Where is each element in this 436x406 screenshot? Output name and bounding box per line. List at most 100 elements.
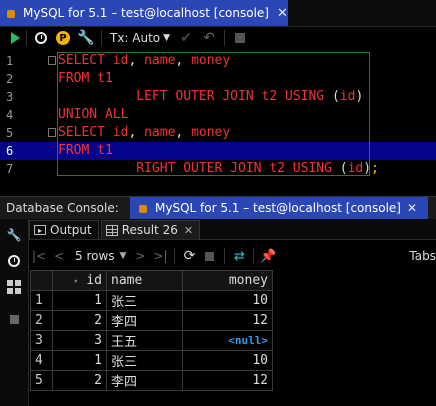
cell-name[interactable]: 张三 [106, 350, 183, 371]
editor-tab-bar: MySQL for 5.1 – test@localhost [console]… [0, 0, 436, 27]
cancel-statement-button[interactable] [229, 27, 251, 49]
cell-name[interactable]: 李四 [106, 370, 183, 391]
sql-keyword: UNION ALL [58, 107, 129, 122]
cell-id[interactable]: 2 [52, 370, 107, 391]
cell-id[interactable]: 1 [52, 290, 107, 311]
line-number: 5 [6, 126, 14, 140]
toolbar-divider [253, 248, 255, 264]
column-header-name[interactable]: name [106, 270, 183, 291]
tab-result[interactable]: Result 26 ✕ [100, 220, 201, 239]
last-page-icon[interactable]: >| [150, 249, 170, 263]
tabs-label[interactable]: Tabs [409, 249, 436, 263]
sql-punctuation: , [175, 53, 192, 68]
explain-plan-button[interactable]: P [51, 27, 75, 49]
first-page-icon[interactable]: |< [29, 249, 49, 263]
column-header-money[interactable]: money [182, 270, 273, 291]
table-row[interactable]: 4 1 张三 10 [30, 350, 273, 371]
clock-icon [8, 255, 20, 267]
fold-icon[interactable] [48, 56, 56, 65]
code-text: FROM t1 [58, 142, 113, 160]
commit-button[interactable]: ✔ [174, 27, 198, 49]
editor-line[interactable]: 4 UNION ALL [0, 106, 436, 124]
refresh-icon[interactable]: ⟳ [179, 248, 199, 264]
execute-button[interactable] [0, 27, 22, 49]
sql-identifier: id [347, 161, 364, 176]
table-row[interactable]: 1 1 张三 10 [30, 290, 273, 311]
editor-tab-title: MySQL for 5.1 – test@localhost [console] [23, 6, 269, 20]
tab-label: Output [50, 223, 92, 237]
close-icon[interactable]: ✕ [407, 201, 417, 215]
sql-editor[interactable]: 1 SELECT id, name, money 2 FROM t1 3 LEFT OU… [0, 50, 436, 194]
cell-name[interactable]: 李四 [106, 310, 183, 331]
editor-line[interactable]: 6 FROM t1 [0, 142, 436, 160]
cell-value: 3 [35, 333, 43, 348]
cell-id[interactable]: 3 [52, 330, 107, 351]
sql-identifier: t1 [97, 143, 113, 158]
cell-id[interactable]: 2 [52, 310, 107, 331]
chevron-down-icon: ▼ [163, 33, 171, 43]
table-row[interactable]: 3 3 王五 <null> [30, 330, 273, 351]
code-text: RIGHT OUTER JOIN t2 USING (id); [58, 160, 379, 178]
next-page-icon[interactable]: > [130, 249, 150, 263]
sql-identifier: money [191, 125, 231, 140]
sql-keyword: RIGHT OUTER JOIN [58, 161, 270, 176]
cell-value: 4 [35, 353, 43, 368]
table-row[interactable]: 5 2 李四 12 [30, 370, 273, 391]
cell-money[interactable]: 12 [182, 310, 273, 331]
editor-line[interactable]: 1 SELECT id, name, money [0, 52, 436, 70]
history-button[interactable] [6, 253, 22, 269]
console-tab[interactable]: MySQL for 5.1 – test@localhost [console]… [130, 197, 428, 219]
sql-punctuation: ( [331, 89, 340, 104]
stop-icon[interactable] [205, 251, 215, 261]
column-header-label: money [228, 273, 268, 288]
pin-icon[interactable]: 📌 [258, 249, 278, 264]
table-row[interactable]: 2 2 李四 12 [30, 310, 273, 331]
layout-button[interactable] [6, 279, 22, 295]
sql-punctuation: ; [371, 161, 379, 176]
sql-keyword: LEFT OUTER JOIN [58, 89, 262, 104]
code-text: SELECT id, name, money [58, 124, 230, 142]
cell-money[interactable]: 10 [182, 350, 273, 371]
sql-identifier: t1 [97, 71, 113, 86]
cell-name[interactable]: 王五 [106, 330, 183, 351]
toolbar-divider [174, 248, 176, 264]
code-text: UNION ALL [58, 106, 128, 124]
cell-name[interactable]: 张三 [106, 290, 183, 311]
result-toolbar: |< < 5 rows ▼ > >| ⟳ ⇄ 📌 Tabs [29, 243, 436, 269]
transaction-mode-dropdown[interactable]: Tx: Auto ▼ [106, 27, 174, 49]
stop-button[interactable] [6, 311, 22, 327]
stop-icon [235, 33, 246, 43]
sql-identifier: name [144, 53, 176, 68]
result-grid[interactable]: ▾ id name money 1 1 张三 10 2 2 李四 12 3 3 王五 <null> 4 1… [30, 270, 273, 391]
editor-line[interactable]: 3 LEFT OUTER JOIN t2 USING (id) [0, 88, 436, 106]
cell-value: 1 [94, 293, 102, 308]
cell-id[interactable]: 1 [52, 350, 107, 371]
editor-line[interactable]: 5 SELECT id, name, money [0, 124, 436, 142]
previous-page-icon[interactable]: < [49, 249, 69, 263]
plan-icon: P [56, 31, 70, 45]
column-header-id[interactable]: ▾ id [52, 270, 107, 291]
editor-line[interactable]: 2 FROM t1 [0, 70, 436, 88]
wrench-icon: 🔧 [6, 228, 22, 242]
console-bar: Database Console: MySQL for 5.1 – test@l… [0, 196, 436, 219]
settings-button[interactable]: 🔧 [6, 227, 22, 243]
close-icon[interactable]: ✕ [184, 224, 193, 237]
cell-value: 5 [35, 373, 43, 388]
cell-money[interactable]: 10 [182, 290, 273, 311]
rollback-button[interactable]: ↶ [198, 27, 220, 49]
column-header-label: name [111, 273, 143, 288]
sql-punctuation: ) [363, 161, 372, 176]
cell-money[interactable]: 12 [182, 370, 273, 391]
cell-value: 10 [252, 293, 268, 308]
history-button[interactable] [31, 27, 51, 49]
cell-money[interactable]: <null> [182, 330, 273, 351]
editor-line[interactable]: 7 RIGHT OUTER JOIN t2 USING (id); [0, 160, 436, 178]
fold-icon[interactable] [48, 128, 56, 137]
close-icon[interactable]: ✕ [277, 6, 288, 21]
line-number: 2 [6, 72, 14, 86]
tab-output[interactable]: ▸ Output [29, 220, 99, 239]
settings-button[interactable]: 🔧 [75, 27, 97, 49]
compare-icon[interactable]: ⇄ [229, 249, 249, 264]
row-count-dropdown[interactable]: 5 rows ▼ [75, 249, 126, 263]
editor-tab[interactable]: MySQL for 5.1 – test@localhost [console]… [0, 0, 288, 26]
